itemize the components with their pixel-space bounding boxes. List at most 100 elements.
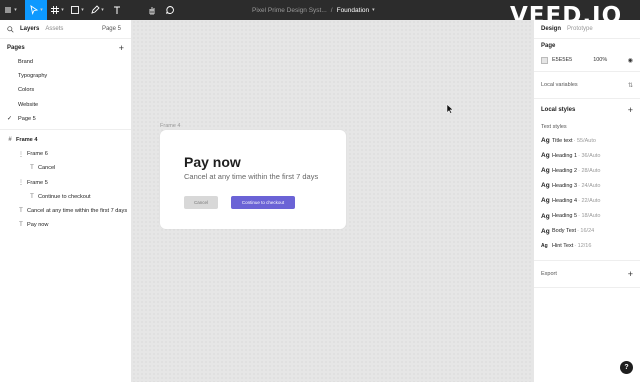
background-opacity-input[interactable]: 100% (593, 57, 607, 63)
variables-icon[interactable]: ⇅ (628, 82, 633, 89)
text-style-meta: · 36/Auto (578, 152, 601, 159)
page-item-brand[interactable]: Brand (0, 55, 131, 69)
chevron-down-icon: ▾ (81, 7, 84, 13)
text-style-heading-3[interactable]: Ag Heading 3 · 24/Auto (541, 178, 633, 193)
background-hex-input[interactable]: E5E5E5 (552, 57, 572, 63)
text-style-heading-4[interactable]: Ag Heading 4 · 22/Auto (541, 193, 633, 208)
frame-icon: # (8, 137, 12, 144)
text-style-heading-5[interactable]: Ag Heading 5 · 18/Auto (541, 208, 633, 223)
text-style-name: Heading 1 (552, 152, 578, 159)
breadcrumb-project[interactable]: Pixel Prime Design Syst... (252, 7, 327, 14)
chevron-down-icon: ▾ (61, 7, 64, 13)
add-export-icon[interactable]: + (628, 269, 633, 279)
tab-prototype[interactable]: Prototype (567, 26, 593, 32)
text-style-name: Title text (552, 137, 573, 144)
right-panel-tabs: Design Prototype (534, 20, 640, 39)
divider (0, 128, 131, 130)
background-color-swatch[interactable] (541, 56, 548, 64)
layer-pay-now-text[interactable]: T Pay now (0, 218, 131, 232)
text-style-meta: · 22/Auto (578, 197, 601, 204)
text-style-title[interactable]: Ag Title text · 55/Auto (541, 133, 633, 148)
layer-continue-text[interactable]: T Continue to checkout (0, 190, 131, 204)
text-style-name: Heading 3 (552, 182, 578, 189)
layer-cancel-text[interactable]: T Cancel (0, 161, 131, 175)
local-styles-header: Local styles + (541, 103, 633, 117)
layer-label: Cancel (38, 165, 56, 172)
text-style-icon: Ag (541, 243, 548, 250)
text-style-meta: · 16/24 (577, 228, 595, 235)
layer-label: Frame 4 (16, 137, 38, 144)
text-icon: T (30, 165, 34, 172)
layer-label: Continue to checkout (38, 193, 91, 200)
figma-menu-icon (5, 7, 12, 13)
text-style-icon: Ag (541, 137, 550, 145)
right-panel: Design Prototype Page E5E5E5 100% ◉ Loca… (533, 20, 640, 382)
subtitle-text[interactable]: Cancel at any time within the first 7 da… (184, 172, 318, 181)
add-style-icon[interactable]: + (628, 105, 633, 115)
frame-label[interactable]: Frame 4 (160, 123, 180, 129)
chevron-down-icon[interactable]: ▾ (372, 7, 375, 13)
comment-tool-button[interactable] (162, 0, 178, 20)
text-style-icon: Ag (541, 197, 550, 205)
page-item-typography[interactable]: Typography (0, 69, 131, 83)
current-page-indicator[interactable]: Page 5 (102, 26, 121, 32)
text-style-meta: · 18/Auto (578, 213, 601, 220)
help-button[interactable]: ? (620, 361, 633, 374)
pages-heading: Pages (7, 45, 25, 51)
pay-now-title[interactable]: Pay now (184, 154, 241, 170)
divider (534, 98, 640, 99)
text-icon: T (19, 207, 23, 214)
tab-design[interactable]: Design (541, 26, 561, 32)
pen-icon (91, 5, 100, 14)
move-tool-button[interactable]: ▾ (25, 0, 47, 20)
frame-4[interactable]: Pay now Cancel at any time within the fi… (160, 130, 346, 229)
text-style-icon: Ag (541, 167, 550, 175)
frame-tool-button[interactable]: ▾ (47, 0, 67, 20)
text-style-icon: Ag (541, 182, 550, 190)
pen-tool-button[interactable]: ▾ (87, 0, 107, 20)
export-section: Export + (534, 261, 640, 287)
layer-frame-4[interactable]: # Frame 4 (0, 133, 131, 147)
page-item-label: Website (18, 101, 39, 108)
left-panel: Layers Assets Page 5 Pages + Brand Typog… (0, 20, 132, 382)
tab-layers[interactable]: Layers (20, 26, 39, 32)
text-styles-label: Text styles (541, 123, 567, 130)
add-page-icon[interactable]: + (119, 43, 124, 53)
layer-label: Frame 6 (27, 151, 48, 158)
layer-subtitle-text[interactable]: T Cancel at any time within the first 7 d… (0, 204, 131, 218)
continue-to-checkout-button[interactable]: Continue to checkout (231, 196, 295, 209)
main-menu-button[interactable]: ▾ (0, 0, 20, 20)
design-canvas[interactable]: Frame 4 Pay now Cancel at any time withi… (132, 20, 533, 382)
toolbar: ▾ ▾ ▾ ▾ ▾ Pixel Prime Design Syst... / F… (0, 0, 640, 29)
export-row[interactable]: Export + (541, 261, 633, 287)
export-label: Export (541, 270, 557, 277)
page-item-page-5[interactable]: ✓ Page 5 (0, 112, 131, 126)
shape-tool-button[interactable]: ▾ (67, 0, 87, 20)
text-style-icon: Ag (541, 227, 550, 235)
breadcrumb-page[interactable]: Foundation (337, 7, 370, 14)
text-tool-button[interactable] (110, 0, 124, 20)
text-style-heading-1[interactable]: Ag Heading 1 · 36/Auto (541, 148, 633, 163)
page-item-website[interactable]: Website (0, 98, 131, 112)
frame-auto-layout-icon: ⋮ (18, 151, 24, 158)
eye-icon[interactable]: ◉ (628, 57, 633, 64)
breadcrumb-separator: / (330, 6, 333, 14)
text-style-heading-2[interactable]: Ag Heading 2 · 28/Auto (541, 163, 633, 178)
layer-frame-5[interactable]: ⋮ Frame 5 (0, 176, 131, 190)
hand-tool-button[interactable] (144, 0, 160, 20)
search-icon[interactable] (7, 25, 14, 33)
hash-frame-icon (51, 6, 60, 14)
text-style-meta: · 12/16 (574, 243, 592, 250)
local-variables-row[interactable]: Local variables ⇅ (541, 72, 633, 98)
text-style-icon: Ag (541, 212, 550, 220)
hand-icon (149, 7, 155, 15)
page-item-colors[interactable]: Colors (0, 83, 131, 97)
text-style-hint[interactable]: Ag Hint Text · 12/16 (541, 239, 633, 254)
text-style-icon: Ag (541, 152, 550, 160)
local-styles-heading: Local styles (541, 107, 576, 113)
cancel-button[interactable]: Cancel (184, 196, 218, 209)
tab-assets[interactable]: Assets (45, 26, 63, 32)
layer-frame-6[interactable]: ⋮ Frame 6 (0, 147, 131, 161)
text-style-body[interactable]: Ag Body Text · 16/24 (541, 224, 633, 239)
pages-section-header: Pages + (0, 41, 131, 55)
